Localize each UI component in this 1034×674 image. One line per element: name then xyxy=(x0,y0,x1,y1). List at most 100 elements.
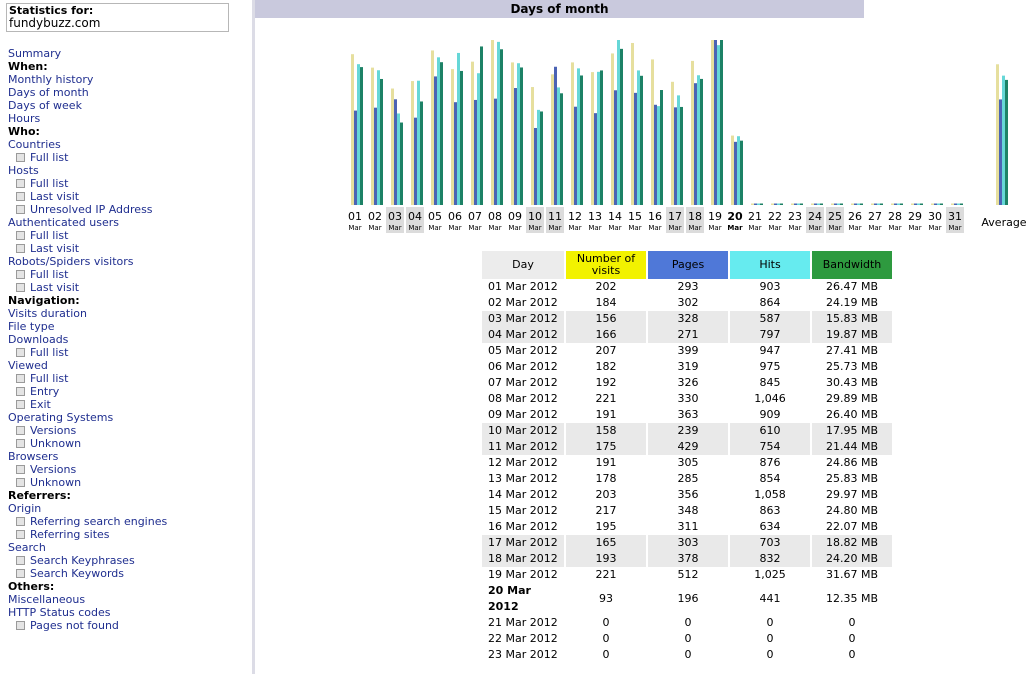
submenu-icon xyxy=(16,568,25,578)
nav-robots-last-visit[interactable]: Last visit xyxy=(8,281,167,294)
day-17-pages-bar xyxy=(674,107,677,205)
day-20-pages-bar xyxy=(734,141,737,205)
nav-file-type[interactable]: File type xyxy=(8,320,167,333)
cell-bandwidth: 27.41 MB xyxy=(825,344,879,357)
day-07-pages-bar xyxy=(474,99,477,205)
nav-os-unknown[interactable]: Unknown xyxy=(8,437,167,450)
nav-http-status-codes[interactable]: HTTP Status codes xyxy=(8,606,167,619)
nav-label: Miscellaneous xyxy=(8,593,86,606)
header-visits: Number of visits xyxy=(566,251,646,279)
nav-robots-full-list[interactable]: Full list xyxy=(8,268,167,281)
nav-search-keywords[interactable]: Search Keywords xyxy=(8,567,167,580)
cell-hits: 1,046 xyxy=(754,392,786,405)
nav-origin[interactable]: Origin xyxy=(8,502,167,515)
day-01-pages-bar xyxy=(354,110,357,205)
cell-pages: 399 xyxy=(677,344,699,357)
nav-auth-full-list[interactable]: Full list xyxy=(8,229,167,242)
cell-bandwidth: 18.82 MB xyxy=(812,535,892,551)
nav-browsers-unknown[interactable]: Unknown xyxy=(8,476,167,489)
nav-label: Viewed xyxy=(8,359,48,372)
x-axis-day-label: 26 xyxy=(848,210,862,223)
nav-miscellaneous[interactable]: Miscellaneous xyxy=(8,593,167,606)
day-25-visits-bar xyxy=(831,203,834,205)
submenu-icon xyxy=(16,269,25,279)
x-axis-month-label: Mar xyxy=(448,224,461,232)
nav-visits-duration[interactable]: Visits duration xyxy=(8,307,167,320)
day-08-bandwidth-bar xyxy=(500,49,503,205)
nav-summary[interactable]: Summary xyxy=(8,47,167,60)
day-11-bandwidth-bar xyxy=(560,93,563,205)
nav-label: Pages not found xyxy=(30,619,119,632)
x-axis-month-label: Mar xyxy=(608,224,621,232)
nav-hosts-full-list[interactable]: Full list xyxy=(8,177,167,190)
nav-days-of-month[interactable]: Days of month xyxy=(8,86,167,99)
nav-referring-search-engines[interactable]: Referring search engines xyxy=(8,515,167,528)
x-axis-day-label: 02 xyxy=(368,210,382,223)
nav-label: Versions xyxy=(30,463,77,476)
nav-browsers[interactable]: Browsers xyxy=(8,450,167,463)
cell-hits: 876 xyxy=(759,456,781,469)
average-visits-bar xyxy=(996,64,999,205)
x-axis-day-label: 23 xyxy=(788,210,802,223)
submenu-icon xyxy=(16,230,25,240)
nav-hosts-last-visit[interactable]: Last visit xyxy=(8,190,167,203)
x-axis-month-label: Mar xyxy=(948,224,961,232)
cell-day: 08 Mar 2012 xyxy=(488,392,558,405)
nav-viewed-entry[interactable]: Entry xyxy=(8,385,167,398)
nav-hours[interactable]: Hours xyxy=(8,112,167,125)
day-06-visits-bar xyxy=(451,69,454,205)
nav-auth-last-visit[interactable]: Last visit xyxy=(8,242,167,255)
nav-pages-not-found[interactable]: Pages not found xyxy=(8,619,167,632)
nav-search[interactable]: Search xyxy=(8,541,167,554)
cell-visits: 0 xyxy=(602,648,610,661)
submenu-icon xyxy=(16,555,25,565)
table-row: 09 Mar 2012 191 363 909 26.40 MB xyxy=(482,407,892,423)
nav-browsers-versions[interactable]: Versions xyxy=(8,463,167,476)
submenu-icon xyxy=(16,477,25,487)
nav-label: HTTP Status codes xyxy=(8,606,111,619)
x-axis-month-label: Mar xyxy=(688,224,701,232)
nav-monthly-history[interactable]: Monthly history xyxy=(8,73,167,86)
nav-viewed-exit[interactable]: Exit xyxy=(8,398,167,411)
nav-search-keyphrases[interactable]: Search Keyphrases xyxy=(8,554,167,567)
nav-countries[interactable]: Countries xyxy=(8,138,167,151)
cell-visits: 221 xyxy=(595,392,617,405)
day-17-visits-bar xyxy=(671,81,674,205)
submenu-icon xyxy=(16,386,25,396)
nav-robots[interactable]: Robots/Spiders visitors xyxy=(8,255,167,268)
statistics-for-box: Statistics for: fundybuzz.com xyxy=(6,3,229,32)
x-axis-day-label: 21 xyxy=(748,210,762,223)
cell-bandwidth: 30.43 MB xyxy=(825,376,879,389)
nav-operating-systems[interactable]: Operating Systems xyxy=(8,411,167,424)
x-axis-month-label: Mar xyxy=(908,224,921,232)
x-axis-month-label: Mar xyxy=(788,224,801,232)
nav-hosts[interactable]: Hosts xyxy=(8,164,167,177)
nav-hosts-unresolved-ip[interactable]: Unresolved IP Address xyxy=(8,203,167,216)
cell-hits: 832 xyxy=(730,551,810,567)
nav-days-of-week[interactable]: Days of week xyxy=(8,99,167,112)
cell-hits: 754 xyxy=(730,439,810,455)
x-axis-day-label: 14 xyxy=(608,210,622,223)
day-15-hits-bar xyxy=(637,70,640,205)
day-13-visits-bar xyxy=(591,72,594,206)
nav-label: Monthly history xyxy=(8,73,94,86)
day-24-hits-bar xyxy=(817,203,820,205)
nav-viewed[interactable]: Viewed xyxy=(8,359,167,372)
day-24-pages-bar xyxy=(814,203,817,205)
nav-countries-full-list[interactable]: Full list xyxy=(8,151,167,164)
day-16-bandwidth-bar xyxy=(660,90,663,205)
x-axis-day-label: 24 xyxy=(808,210,822,223)
day-16-pages-bar xyxy=(654,104,657,205)
nav-downloads[interactable]: Downloads xyxy=(8,333,167,346)
x-axis-month-label: Mar xyxy=(888,224,901,232)
nav-downloads-full-list[interactable]: Full list xyxy=(8,346,167,359)
x-axis-month-label: Mar xyxy=(528,224,541,232)
nav-viewed-full-list[interactable]: Full list xyxy=(8,372,167,385)
nav-os-versions[interactable]: Versions xyxy=(8,424,167,437)
nav-referring-sites[interactable]: Referring sites xyxy=(8,528,167,541)
nav-authenticated-users[interactable]: Authenticated users xyxy=(8,216,167,229)
day-24-visits-bar xyxy=(811,203,814,205)
cell-pages: 293 xyxy=(677,280,699,293)
cell-day: 14 Mar 2012 xyxy=(488,488,558,501)
nav-label: Days of week xyxy=(8,99,82,112)
